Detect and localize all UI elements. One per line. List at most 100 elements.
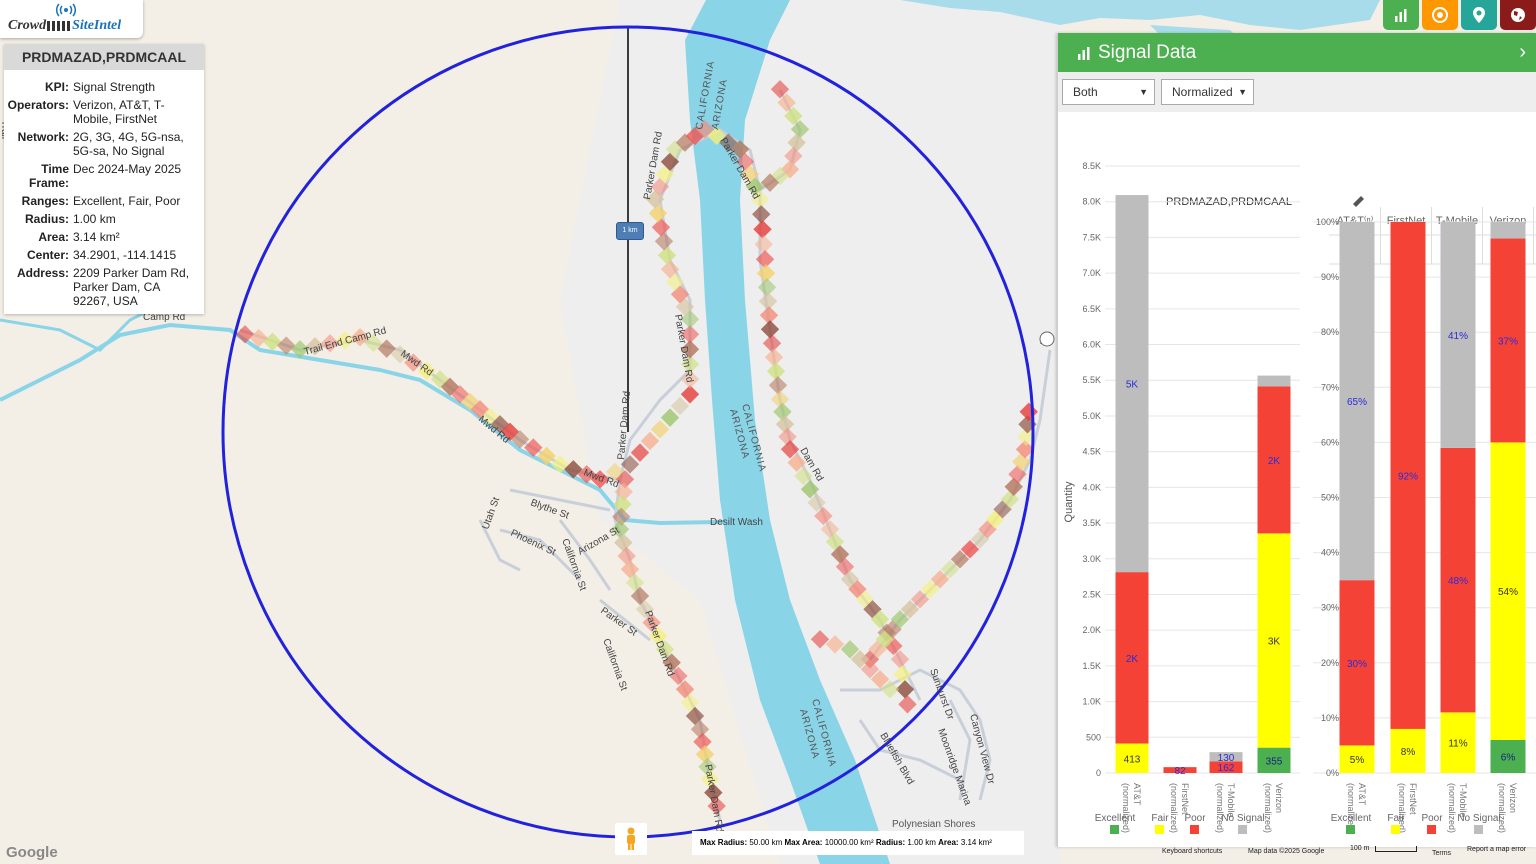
x-category-label: T-Mobile(normalized) (1215, 783, 1236, 833)
x-category-label: AT&T(normalized) (1121, 783, 1142, 833)
y-tick-label: 1.0K (1082, 697, 1101, 707)
street-view-pegman[interactable] (615, 823, 647, 855)
y-tick-label: 0 (1096, 768, 1101, 778)
y-tick-label: 40% (1321, 548, 1339, 558)
site-title: PRDMAZAD,PRDMCAAL (4, 44, 204, 70)
pegman-icon (627, 827, 635, 850)
x-category-label: T-Mobile(normalized) (1447, 783, 1468, 833)
radius-tool-button[interactable] (1422, 0, 1458, 30)
y-tick-label: 30% (1321, 603, 1339, 613)
bar-data-label: 162 (1218, 763, 1235, 774)
bar-segment-no-signal[interactable] (1490, 222, 1526, 239)
mode-select[interactable]: Both ▼ (1062, 79, 1155, 105)
legend-swatch (1238, 825, 1247, 834)
info-key: Network: (17, 130, 69, 144)
info-value: Excellent, Fair, Poor (73, 194, 181, 208)
y-tick-label: 8.5K (1082, 161, 1101, 171)
keyboard-shortcuts-link[interactable]: Keyboard shortcuts (1162, 848, 1222, 855)
view-select-value: Normalized (1172, 85, 1233, 99)
legend-label: No Signal (1221, 813, 1264, 824)
logo-text: Crowd SiteIntel (8, 18, 122, 33)
legend-label: Fair (1151, 813, 1169, 824)
legend-label: No Signal (1457, 813, 1500, 824)
location-button[interactable] (1461, 0, 1497, 30)
collapse-panel-icon[interactable]: › (1519, 41, 1526, 64)
x-category-label: FirstNet(normalized) (1169, 783, 1190, 833)
location-pin-icon (1473, 7, 1485, 23)
y-tick-label: 2.5K (1082, 589, 1101, 599)
info-row: Time Frame: Dec 2024-May 2025 (4, 162, 204, 190)
y-tick-label: 8.0K (1082, 197, 1101, 207)
globe-icon (1511, 8, 1525, 22)
bar-data-label: 355 (1266, 756, 1283, 767)
map-label: Polynesian Shores (892, 819, 975, 830)
y-tick-label: 6.0K (1082, 340, 1101, 350)
info-value: Signal Strength (73, 80, 156, 94)
y-tick-label: 70% (1321, 382, 1339, 392)
view-select[interactable]: Normalized ▼ (1161, 79, 1254, 105)
bar-data-label: 82 (1174, 766, 1186, 777)
info-row: Area: 3.14 km² (4, 230, 204, 244)
bar-data-label: 92% (1398, 471, 1418, 482)
y-axis-title: Quantity (1063, 481, 1075, 522)
info-value: 1.00 km (73, 212, 116, 226)
info-value: Verizon, AT&T, T-Mobile, FirstNet (73, 98, 165, 126)
bar-data-label: 37% (1498, 336, 1518, 347)
info-key: Radius: (24, 212, 69, 226)
chevron-down-icon: ▼ (1238, 87, 1247, 97)
radius-summary-bar: Max Radius: 50.00 km Max Area: 10000.00 … (692, 831, 1024, 855)
info-row: Center: 34.2901, -114.1415 (4, 248, 204, 262)
info-row: KPI: Signal Strength (4, 80, 204, 94)
bar-data-label: 65% (1347, 397, 1367, 408)
info-value: 2209 Parker Dam Rd, Parker Dam, CA 92267… (73, 266, 190, 308)
y-tick-label: 5.5K (1082, 375, 1101, 385)
y-tick-label: 10% (1321, 713, 1339, 723)
legend-swatch (1155, 825, 1164, 834)
y-tick-label: 7.5K (1082, 232, 1101, 242)
percent-chart: 0% 10% 20% 30% 40% 50% 60% 70% 80% 90% 100% 5% 30% 65… (1313, 217, 1536, 834)
y-tick-label: 6.5K (1082, 304, 1101, 314)
legend-swatch (1474, 825, 1483, 834)
info-key: Operators: (7, 98, 69, 112)
chart-toggle-button[interactable] (1383, 0, 1419, 30)
target-icon (1432, 7, 1448, 23)
mode-select-value: Both (1073, 85, 1098, 99)
legend-label: Poor (1184, 813, 1206, 824)
legend-swatch (1346, 825, 1355, 834)
map-data-attribution: Map data ©2025 Google (1248, 848, 1325, 855)
info-value: 2G, 3G, 4G, 5G-nsa, 5G-sa, No Signal (73, 130, 184, 158)
panel-controls: Both ▼ Normalized ▼ (1058, 72, 1536, 112)
bar-data-label: 54% (1498, 587, 1518, 598)
signal-data-panel: Signal Data › Both ▼ Normalized ▼ PRDMAZ… (1057, 33, 1536, 847)
x-category-label: Verizon(normalized) (1263, 783, 1284, 833)
info-key: Address: (16, 266, 69, 280)
y-tick-label: 3.5K (1082, 518, 1101, 528)
report-map-error-link[interactable]: Report a map error (1467, 846, 1526, 853)
y-tick-label: 2.0K (1082, 625, 1101, 635)
scale-bar (1375, 846, 1417, 852)
app-logo[interactable]: Crowd SiteIntel (0, 0, 143, 38)
bar-data-label: 130 (1218, 753, 1235, 764)
y-tick-label: 90% (1321, 272, 1339, 282)
terms-link[interactable]: Terms (1432, 850, 1451, 857)
edit-pencil-icon[interactable] (1353, 196, 1364, 207)
panel-header: Signal Data › (1058, 33, 1536, 72)
bar-data-label: 2K (1126, 654, 1139, 665)
legend-swatch (1391, 825, 1400, 834)
scale-label: 100 m (1350, 845, 1370, 852)
info-value: Dec 2024-May 2025 (73, 162, 182, 176)
legend-label: Fair (1387, 813, 1405, 824)
bar-data-label: 11% (1448, 739, 1467, 750)
info-key: Area: (38, 230, 69, 244)
bar-data-label: 5% (1350, 755, 1365, 766)
bar-chart-icon (1395, 9, 1407, 22)
radius-distance-label: 1 km (616, 222, 644, 240)
globe-button[interactable] (1500, 0, 1536, 30)
bar-data-label: 30% (1347, 659, 1367, 670)
bar-segment-no-signal[interactable] (1257, 375, 1291, 387)
y-tick-label: 80% (1321, 327, 1339, 337)
info-row: Operators: Verizon, AT&T, T-Mobile, First… (4, 98, 204, 126)
x-category-label: Verizon(normalized) (1497, 783, 1518, 833)
y-tick-label: 7.0K (1082, 268, 1101, 278)
info-row: Radius: 1.00 km (4, 212, 204, 226)
